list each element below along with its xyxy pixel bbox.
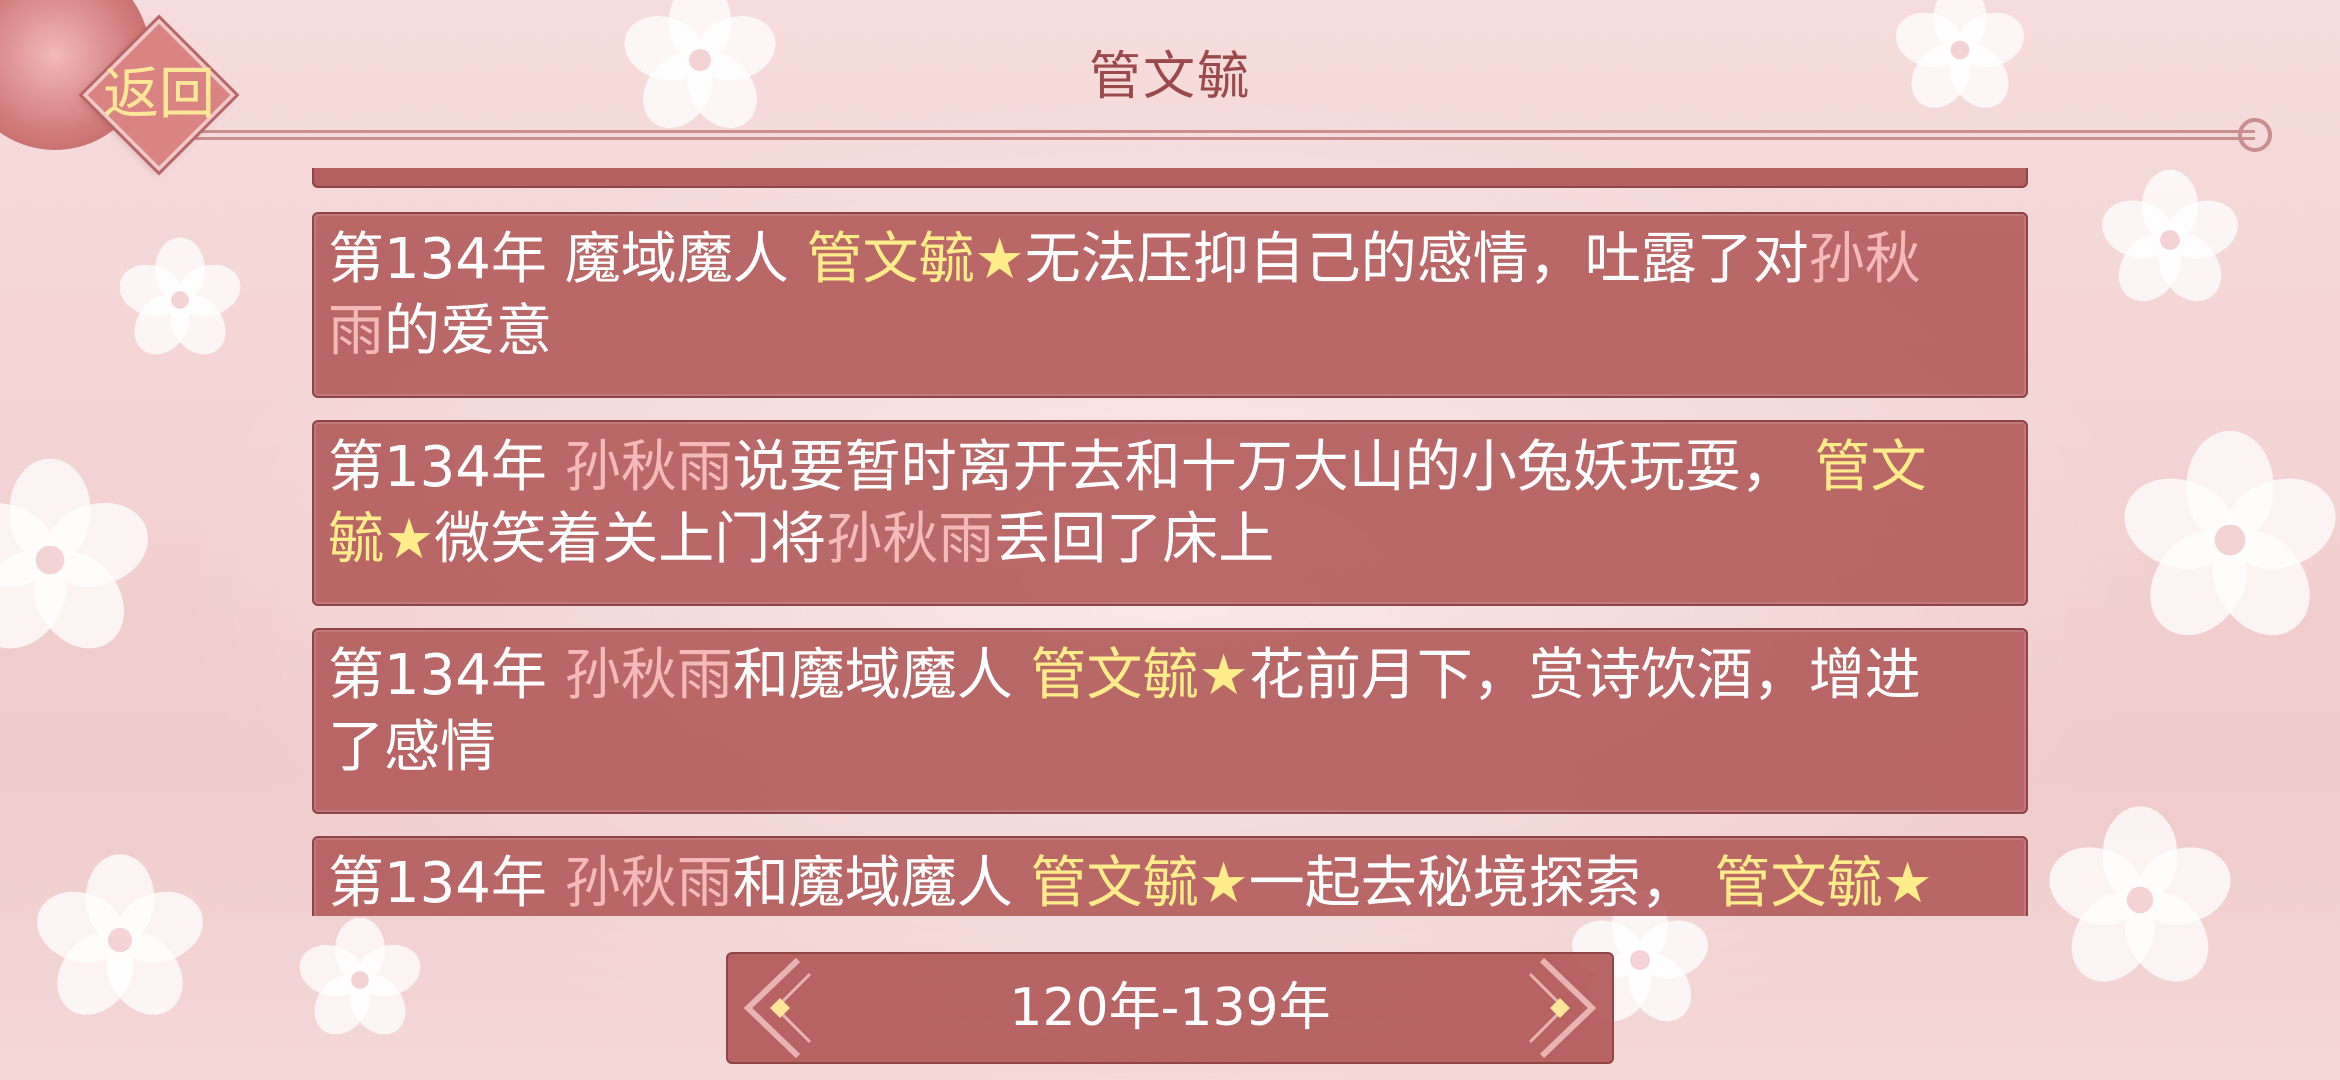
partner-name-highlight: 孙秋雨	[826, 507, 995, 572]
entry-text: 第134年	[328, 851, 565, 916]
entry-text: 丢回了床上	[994, 507, 1275, 572]
entry-text: 的爱意	[384, 299, 552, 364]
entry-text: 和魔域魔人	[732, 643, 1031, 708]
page-title: 管文毓	[1088, 47, 1251, 107]
next-period-button[interactable]	[1502, 954, 1612, 1062]
partner-name-highlight: 孙秋雨	[564, 643, 733, 708]
partner-name-highlight: 孙秋雨	[564, 851, 733, 916]
entry-text: 微笑着关上门将	[434, 507, 827, 572]
entry-text: 说要暂时离开去和十万大山的小兔妖玩耍，	[732, 435, 1815, 500]
list-item: 第134年 孙秋雨和魔域魔人 管文毓★一起去秘境探索， 管文毓★	[312, 836, 2028, 916]
entry-text: 无法压抑自己的感情，吐露了对	[1024, 227, 1809, 292]
entry-text: 和魔域魔人	[732, 851, 1031, 916]
divider-ornament-icon	[2238, 118, 2272, 152]
entry-text: 第134年	[328, 643, 565, 708]
blossom-decoration	[112, 236, 248, 366]
blossom-decoration	[2094, 168, 2246, 314]
period-label: 120年-139年	[1009, 978, 1331, 1038]
blossom-decoration	[2039, 804, 2241, 998]
entry-text: 一起去秘境探索，	[1248, 851, 1715, 916]
list-item: 第134年 孙秋雨说要暂时离开去和十万大山的小兔妖玩耍， 管文毓★微笑着关上门将…	[312, 420, 2028, 606]
blossom-decoration	[27, 852, 213, 1030]
list-item-partial	[312, 168, 2028, 188]
list-item: 第134年 魔域魔人 管文毓★无法压抑自己的感情，吐露了对孙秋雨的爱意	[312, 212, 2028, 398]
partner-name-highlight: 孙秋雨	[564, 435, 733, 500]
character-name-highlight: 管文毓★	[1714, 851, 1933, 916]
blossom-decoration	[292, 916, 428, 1046]
chevron-right-ornament-icon	[1528, 957, 1597, 1059]
period-pager: 120年-139年	[726, 952, 1614, 1064]
entry-text: 第134年	[328, 435, 565, 500]
header-divider	[185, 130, 2255, 140]
blossom-decoration	[0, 456, 159, 666]
character-name-highlight: 管文毓★	[1030, 643, 1249, 708]
blossom-decoration	[2112, 428, 2340, 654]
list-item: 第134年 孙秋雨和魔域魔人 管文毓★花前月下，赏诗饮酒，增进了感情	[312, 628, 2028, 814]
character-name-highlight: 管文毓★	[806, 227, 1025, 292]
character-name-highlight: 管文毓★	[1030, 851, 1249, 916]
event-log-list[interactable]: 第134年 魔域魔人 管文毓★无法压抑自己的感情，吐露了对孙秋雨的爱意 第134…	[312, 168, 2030, 916]
entry-text: 第134年 魔域魔人	[328, 227, 807, 292]
